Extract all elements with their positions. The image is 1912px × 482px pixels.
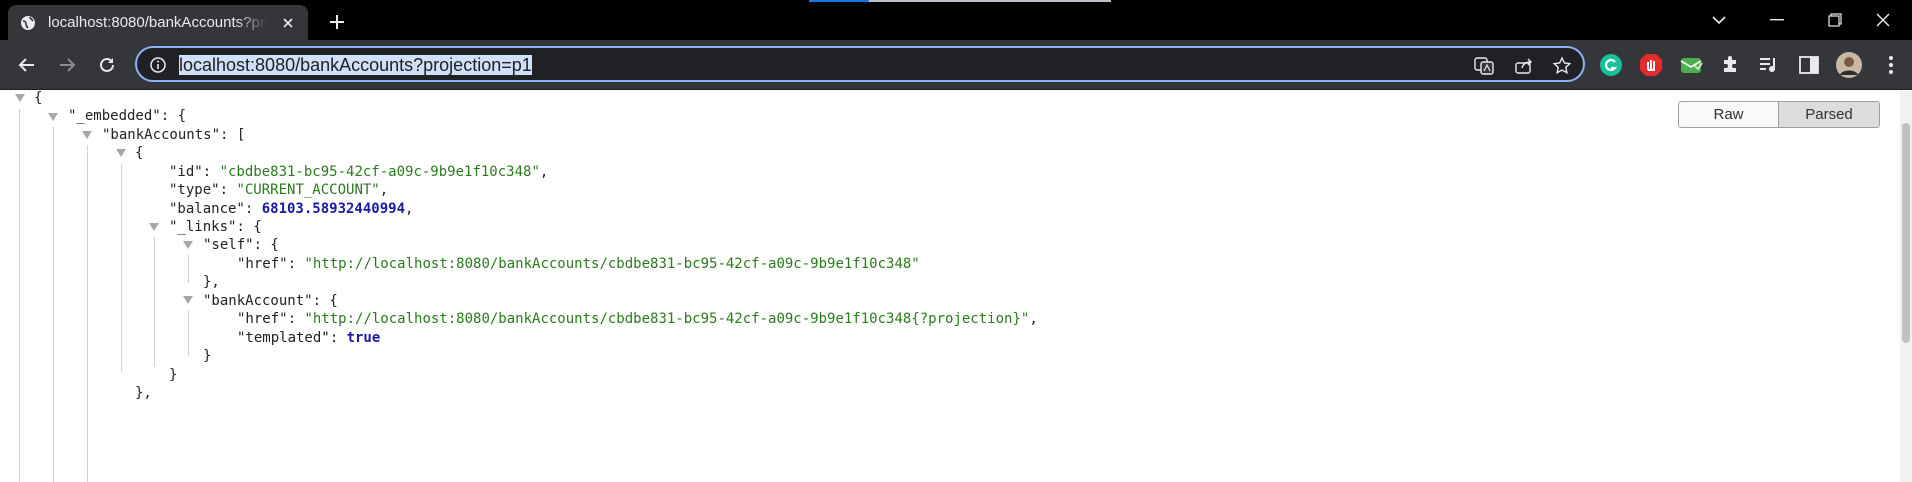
close-window-icon[interactable]	[1854, 0, 1912, 40]
indent-guide	[154, 237, 155, 367]
indent-guide	[188, 255, 189, 283]
json-viewer: Raw Parsed { "_embedded": { "bankAccount…	[0, 91, 1912, 482]
bookmark-star-icon[interactable]	[1551, 55, 1573, 77]
address-bar[interactable]: localhost:8080/bankAccounts?projection=p…	[135, 46, 1585, 82]
tab-search-icon[interactable]	[1690, 0, 1748, 40]
collapse-toggle[interactable]	[116, 149, 126, 157]
json-line: },	[135, 385, 152, 401]
back-icon[interactable]	[13, 51, 41, 79]
json-line: "href": "http://localhost:8080/bankAccou…	[237, 256, 920, 272]
view-mode-toggle: Raw Parsed	[1678, 101, 1880, 128]
json-line: }	[169, 367, 178, 383]
minimize-icon[interactable]	[1748, 0, 1806, 40]
indent-guide	[53, 127, 54, 482]
active-tab[interactable]: localhost:8080/bankAccounts?projection=p…	[8, 5, 308, 40]
url-text[interactable]: localhost:8080/bankAccounts?projection=p…	[179, 54, 532, 76]
collapse-toggle[interactable]	[15, 94, 25, 102]
close-tab-icon[interactable]	[280, 15, 296, 31]
grammarly-extension-icon[interactable]	[1598, 52, 1624, 78]
extensions-puzzle-icon[interactable]	[1718, 52, 1744, 78]
browser-toolbar: localhost:8080/bankAccounts?projection=p…	[0, 40, 1912, 90]
mail-extension-icon[interactable]	[1678, 52, 1704, 78]
tab-search-highlight	[809, 0, 869, 2]
tab-strip: localhost:8080/bankAccounts?projection=p…	[0, 0, 1912, 40]
indent-guide	[188, 310, 189, 356]
raw-button[interactable]: Raw	[1679, 102, 1779, 127]
json-line: }	[203, 348, 212, 364]
json-number: 68103.58932440994	[261, 201, 406, 217]
side-panel-icon[interactable]	[1796, 52, 1822, 78]
json-line: {	[135, 145, 144, 161]
json-string: "cbdbe831-bc95-42cf-a09c-9b9e1f10c348"	[219, 164, 540, 180]
share-icon[interactable]	[1513, 55, 1535, 77]
adblock-extension-icon[interactable]	[1638, 52, 1664, 78]
indent-guide	[87, 145, 88, 482]
json-boolean: true	[346, 330, 381, 346]
forward-icon[interactable]	[53, 51, 81, 79]
collapse-toggle[interactable]	[82, 131, 92, 139]
tab-strip-indicator	[869, 0, 1111, 2]
json-url-string[interactable]: "http://localhost:8080/bankAccounts/cbdb…	[304, 256, 919, 272]
collapse-toggle[interactable]	[48, 113, 58, 121]
site-info-icon[interactable]	[149, 56, 167, 74]
scrollbar-thumb[interactable]	[1902, 123, 1910, 343]
collapse-toggle[interactable]	[183, 296, 193, 304]
json-url-string[interactable]: "http://localhost:8080/bankAccounts/cbdb…	[304, 311, 1029, 327]
indent-guide	[121, 164, 122, 372]
json-line: "templated": true	[237, 330, 381, 346]
tab-title: localhost:8080/bankAccounts?projection=p…	[48, 14, 268, 31]
json-line: "bankAccounts": [	[102, 127, 246, 143]
parsed-button[interactable]: Parsed	[1779, 102, 1879, 127]
chrome-menu-icon[interactable]	[1878, 52, 1904, 78]
json-line: {	[34, 91, 43, 106]
reload-icon[interactable]	[93, 51, 121, 79]
globe-icon	[20, 15, 36, 31]
media-controls-icon[interactable]	[1756, 52, 1782, 78]
indent-guide	[19, 109, 20, 482]
collapse-toggle[interactable]	[149, 223, 159, 231]
avatar[interactable]	[1836, 52, 1862, 78]
translate-icon[interactable]	[1473, 55, 1495, 77]
new-tab-button[interactable]	[324, 9, 350, 35]
json-string: "CURRENT_ACCOUNT"	[236, 182, 380, 198]
collapse-toggle[interactable]	[183, 241, 193, 249]
scrollbar[interactable]	[1900, 91, 1912, 482]
